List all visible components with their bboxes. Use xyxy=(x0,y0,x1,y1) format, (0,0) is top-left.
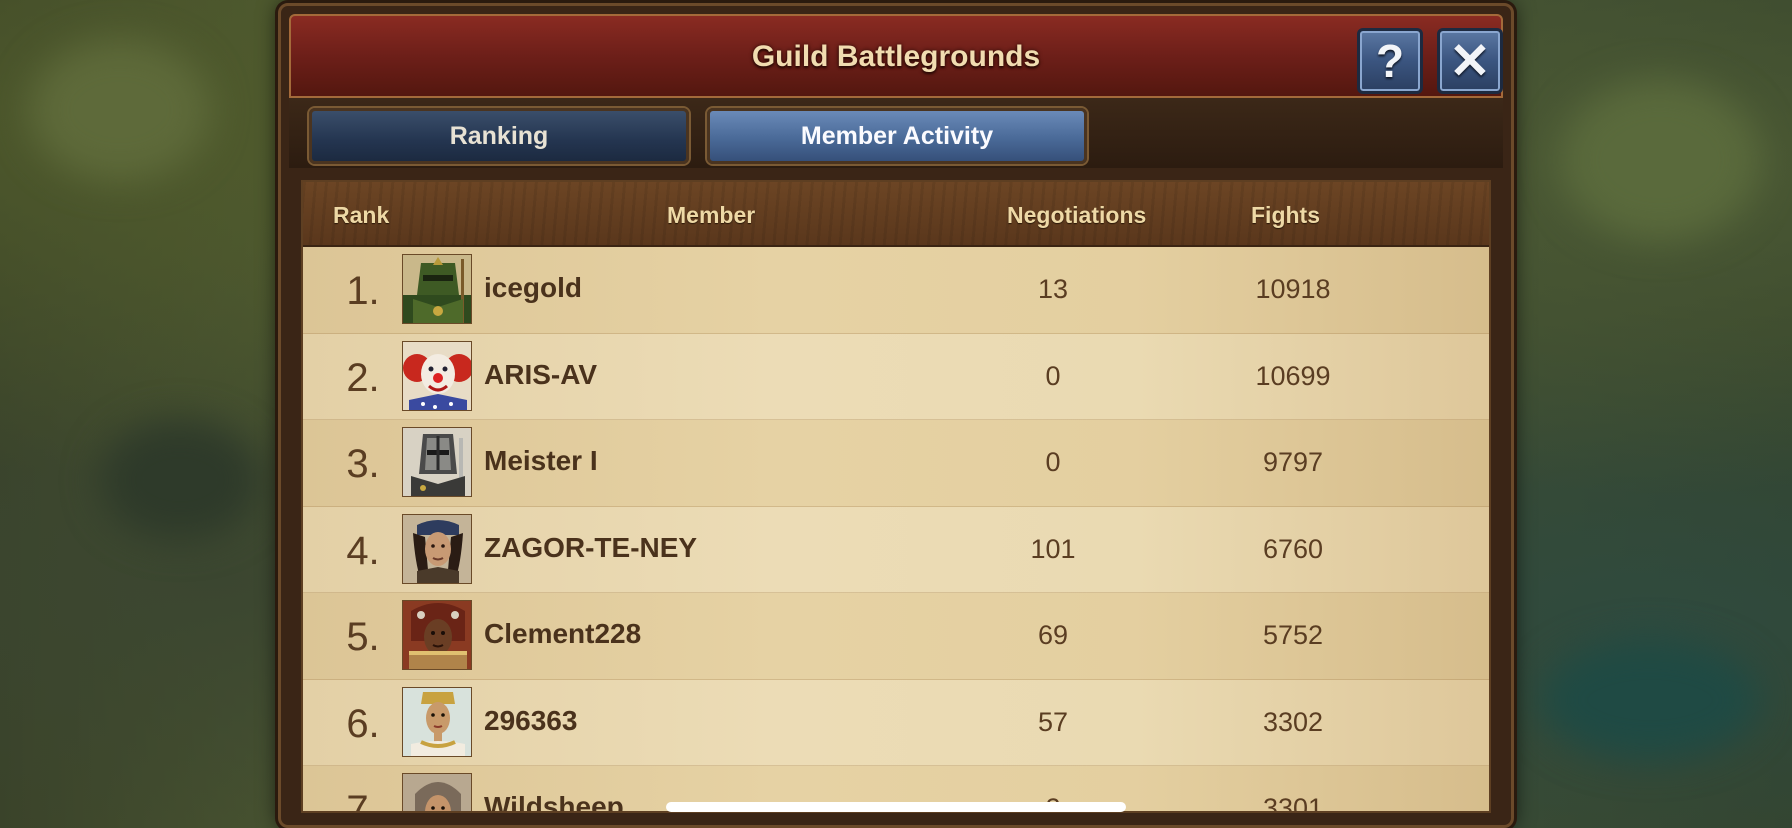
member-name[interactable]: ARIS-AV xyxy=(484,359,597,391)
fights-cell: 10918 xyxy=(1255,274,1331,304)
table-row[interactable]: 4. ZAGOR-TE-NEY 101 6760 xyxy=(303,506,1489,593)
help-button[interactable]: ? xyxy=(1357,28,1423,94)
negotiations-cell: 101 xyxy=(1030,533,1076,564)
member-name[interactable]: Clement228 xyxy=(484,618,641,650)
header-fights[interactable]: Fights xyxy=(1251,202,1320,229)
table-header: Rank Member Negotiations Fights xyxy=(303,182,1489,247)
member-name[interactable]: Meister I xyxy=(484,445,598,477)
header-rank[interactable]: Rank xyxy=(333,202,389,229)
fights-cell: 6760 xyxy=(1262,533,1324,564)
bandana-man-avatar[interactable] xyxy=(402,513,472,584)
fights-cell: 5752 xyxy=(1262,620,1324,650)
fights-cell: 10699 xyxy=(1255,360,1331,391)
header-member[interactable]: Member xyxy=(667,202,755,229)
table-row[interactable]: 5. Clement228 69 5752 xyxy=(303,593,1489,680)
negotiations-cell: 57 xyxy=(1037,706,1069,737)
close-button[interactable]: ✕ xyxy=(1437,28,1503,94)
table-row[interactable]: 2. ARIS-AV 0 10699 xyxy=(303,333,1489,420)
close-icon: ✕ xyxy=(1449,33,1491,89)
guild-battlegrounds-window: Guild Battlegrounds ? ✕ Ranking Member A… xyxy=(278,3,1514,828)
member-name[interactable]: icegold xyxy=(484,272,582,304)
member-name[interactable]: ZAGOR-TE-NEY xyxy=(484,532,697,564)
tribal-woman-avatar[interactable] xyxy=(402,600,472,670)
table-body: 1. icegold 13 10918 2. ARIS-AV 0 10699 3. Meister… xyxy=(303,247,1489,813)
egyptian-queen-avatar[interactable] xyxy=(402,686,472,757)
fights-cell: 9797 xyxy=(1262,447,1324,477)
silver-knight-avatar[interactable] xyxy=(402,427,472,497)
header-negotiations[interactable]: Negotiations xyxy=(1007,202,1146,229)
fights-cell: 3301 xyxy=(1262,793,1324,813)
negotiations-cell: 69 xyxy=(1037,620,1069,650)
tab-member-activity[interactable]: Member Activity xyxy=(707,108,1087,164)
green-knight-avatar[interactable] xyxy=(402,254,472,324)
table-row[interactable]: 6. 296363 57 3302 xyxy=(303,679,1489,766)
hooded-man-avatar[interactable] xyxy=(402,773,472,811)
negotiations-cell: 0 xyxy=(1045,360,1061,391)
table-row[interactable]: 1. icegold 13 10918 xyxy=(303,247,1489,334)
member-name[interactable]: Wildsheep xyxy=(484,791,624,811)
tab-ranking[interactable]: Ranking xyxy=(309,108,689,164)
window-title: Guild Battlegrounds xyxy=(751,40,1041,73)
title-bar: Guild Battlegrounds ? ✕ xyxy=(289,14,1503,98)
tab-strip: Ranking Member Activity xyxy=(289,98,1503,168)
negotiations-cell: 13 xyxy=(1037,274,1069,304)
member-name[interactable]: 296363 xyxy=(484,705,577,737)
negotiations-cell: 0 xyxy=(1045,447,1061,477)
question-mark-icon: ? xyxy=(1375,35,1405,87)
table-row[interactable]: 3. Meister I 0 9797 xyxy=(303,420,1489,507)
home-indicator[interactable] xyxy=(666,802,1126,812)
fights-cell: 3302 xyxy=(1262,706,1324,737)
member-activity-table: Rank Member Negotiations Fights 1. icegol… xyxy=(301,180,1491,813)
clown-avatar[interactable] xyxy=(402,340,472,411)
